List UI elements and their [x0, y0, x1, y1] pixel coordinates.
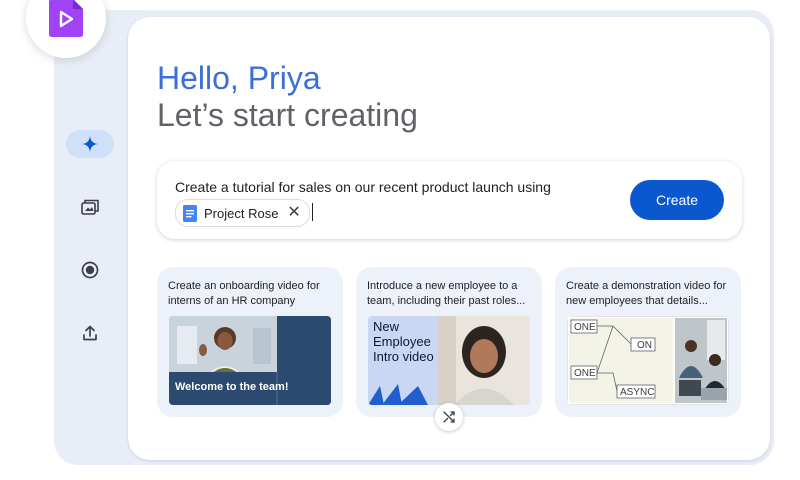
media-library-icon — [81, 199, 99, 215]
docs-icon — [183, 204, 197, 222]
greeting-hello: Hello, Priya — [157, 60, 321, 96]
record-icon — [81, 261, 99, 279]
diagram-label: ON — [637, 340, 652, 351]
nav-record[interactable] — [66, 256, 114, 284]
prompt-text[interactable]: Create a tutorial for sales on our recen… — [175, 179, 551, 195]
card-thumbnail: ONE ON ONE ASYNC — [567, 316, 729, 405]
text-cursor — [312, 203, 313, 221]
suggestion-card-onboarding[interactable]: Create an onboarding video for interns o… — [157, 267, 343, 417]
sparkle-icon — [82, 136, 98, 152]
card-description: Create a demonstration video for new emp… — [566, 280, 727, 307]
card-thumbnail: Welcome to the team! — [169, 316, 331, 405]
nav-create[interactable] — [66, 130, 114, 158]
diagram-label: ONE — [574, 368, 596, 379]
card-thumbnail: New Employee Intro video — [368, 316, 530, 405]
suggestion-card-intro[interactable]: Introduce a new employee to a team, incl… — [356, 267, 542, 417]
greeting-subtitle: Let’s start creating — [157, 97, 418, 133]
card-description: Introduce a new employee to a team, incl… — [367, 280, 526, 307]
shuffle-button[interactable] — [435, 403, 463, 431]
project-chip[interactable]: Project Rose ✕ — [175, 199, 310, 227]
prompt-box[interactable]: Create a tutorial for sales on our recen… — [157, 161, 742, 239]
vids-app-icon — [49, 0, 83, 37]
close-icon[interactable]: ✕ — [287, 205, 300, 221]
shuffle-icon — [443, 411, 455, 423]
nav-upload[interactable] — [66, 319, 114, 347]
thumbnail-caption: Welcome to the team! — [175, 381, 289, 393]
card-description: Create an onboarding video for interns o… — [168, 280, 320, 307]
nav-media-library[interactable] — [66, 193, 114, 221]
diagram-label: ASYNC — [620, 387, 655, 398]
upload-icon — [83, 325, 97, 341]
create-button[interactable]: Create — [630, 180, 724, 220]
greeting-title: Hello, Priya — [157, 58, 321, 98]
project-chip-label: Project Rose — [204, 205, 279, 221]
thumbnail-title: New Employee Intro video — [373, 319, 434, 364]
diagram-label: ONE — [574, 322, 596, 333]
suggestion-card-demo[interactable]: Create a demonstration video for new emp… — [555, 267, 741, 417]
